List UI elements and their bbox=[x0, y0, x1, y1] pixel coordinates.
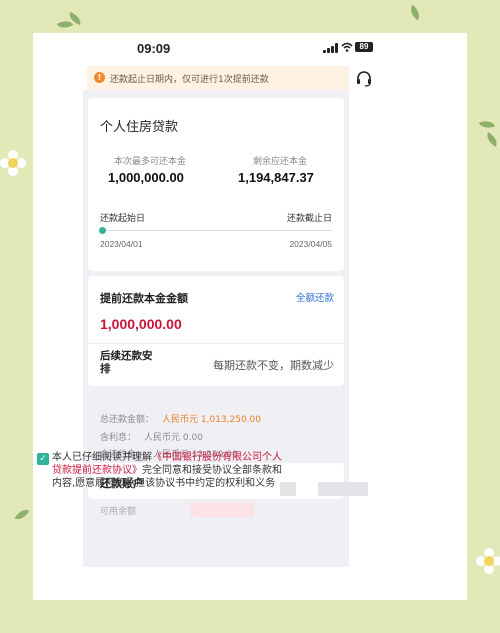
status-bar: 09:09 89 bbox=[33, 33, 467, 63]
prepay-label: 提前还款本金金额 bbox=[100, 292, 188, 305]
available-balance-label: 可用余额 bbox=[100, 507, 137, 517]
subsequent-label: 后续还款安排 bbox=[100, 350, 153, 375]
max-principal-label: 本次最多可还本金 bbox=[114, 157, 187, 167]
remaining-value: 1,194,847.37 bbox=[238, 170, 314, 185]
wifi-icon bbox=[341, 42, 353, 52]
total-value: 人民币元 1,013,250.00 bbox=[162, 415, 261, 425]
interest-value: 人民币元 0.00 bbox=[144, 433, 203, 443]
agreement-text: ✓ 本人已仔细阅读并理解《中国银行股份有限公司个人贷款提前还款协议》完全同意和接… bbox=[37, 451, 282, 490]
subsequent-select[interactable]: 每期还款不变，期数减少 bbox=[213, 357, 334, 373]
total-row: 总还款金额： 人民币元 1,013,250.00 bbox=[100, 412, 261, 425]
interest-label: 含利息： bbox=[100, 433, 137, 443]
notice-text: 还款起止日期内，仅可进行1次提前还款 bbox=[110, 75, 269, 85]
remaining-label: 剩余应还本金 bbox=[253, 157, 308, 167]
headset-icon[interactable] bbox=[355, 70, 373, 88]
agreement-checkbox[interactable]: ✓ bbox=[37, 453, 49, 465]
prepay-amount-input[interactable]: 1,000,000.00 bbox=[100, 316, 182, 332]
end-date: 2023/04/05 bbox=[289, 239, 332, 249]
account-number-masked bbox=[280, 482, 296, 496]
start-date-label: 还款起始日 bbox=[100, 214, 146, 224]
loan-title: 个人住房贷款 bbox=[100, 120, 179, 135]
date-range-track bbox=[99, 227, 332, 234]
max-principal-value: 1,000,000.00 bbox=[108, 170, 184, 185]
available-balance-value bbox=[190, 503, 254, 517]
notice-banner: ! 还款起止日期内，仅可进行1次提前还款 bbox=[87, 66, 349, 90]
start-date: 2023/04/01 bbox=[100, 239, 143, 249]
divider bbox=[88, 343, 344, 344]
full-repay-link[interactable]: 全额还款 bbox=[296, 290, 334, 304]
main-content: 个人住房贷款 本次最多可还本金 1,000,000.00 剩余应还本金 1,19… bbox=[83, 90, 349, 567]
battery-icon: 89 bbox=[355, 42, 373, 52]
progress-dot bbox=[99, 227, 106, 234]
prepay-card: 提前还款本金金额 全额还款 1,000,000.00 后续还款安排 每期还款不变… bbox=[88, 276, 344, 386]
loan-card: 个人住房贷款 本次最多可还本金 1,000,000.00 剩余应还本金 1,19… bbox=[88, 98, 344, 271]
total-label: 总还款金额： bbox=[100, 415, 155, 425]
signal-icon bbox=[323, 43, 338, 53]
warning-icon: ! bbox=[94, 72, 105, 83]
agreement-prefix: 本人已仔细阅读并理解 bbox=[52, 452, 152, 463]
interest-row: 含利息： 人民币元 0.00 bbox=[100, 430, 203, 443]
account-number-masked-2 bbox=[318, 482, 368, 496]
status-time: 09:09 bbox=[137, 41, 171, 56]
end-date-label: 还款截止日 bbox=[286, 214, 332, 224]
